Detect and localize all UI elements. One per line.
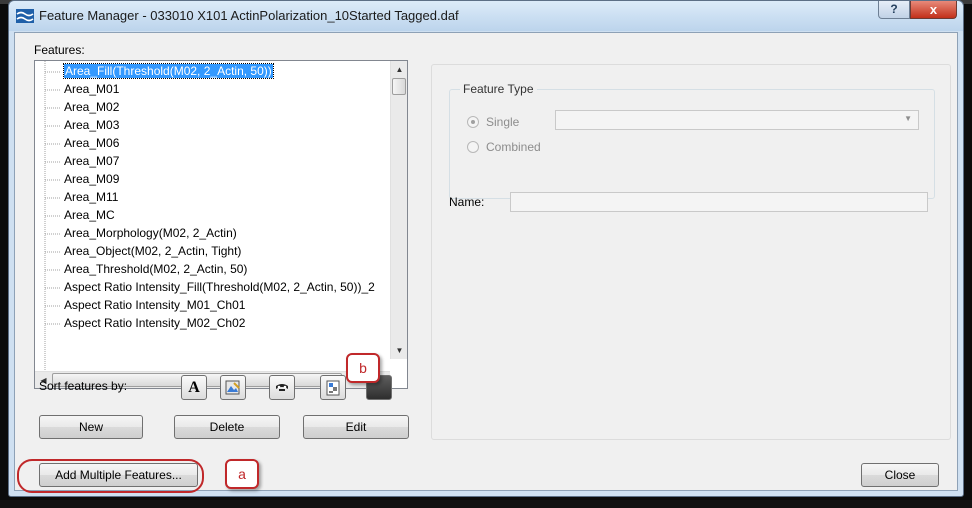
- features-label: Features:: [34, 43, 85, 57]
- mask-icon: [276, 384, 288, 391]
- sort-by-category-button[interactable]: [320, 375, 346, 400]
- sort-by-mask-button[interactable]: [269, 375, 295, 400]
- category-grid-icon: [326, 380, 340, 396]
- feature-item-label: Aspect Ratio Intensity_Fill(Threshold(M0…: [64, 280, 375, 294]
- sort-by-image-button[interactable]: [220, 375, 246, 400]
- combined-radio[interactable]: [467, 141, 479, 153]
- background-strip-bottom: [0, 500, 972, 508]
- single-radio[interactable]: [467, 116, 479, 128]
- feature-list-item[interactable]: Area_M02: [64, 99, 119, 116]
- single-radio-label: Single: [486, 115, 520, 129]
- edit-button[interactable]: Edit: [303, 415, 409, 439]
- feature-list-item[interactable]: Area_M06: [64, 135, 119, 152]
- feature-item-label: Area_Object(M02, 2_Actin, Tight): [64, 244, 242, 258]
- title-bar[interactable]: Feature Manager - 033010 X101 ActinPolar…: [9, 1, 963, 31]
- feature-item-label: Area_M09: [64, 172, 120, 186]
- sort-features-label: Sort features by:: [39, 379, 128, 393]
- feature-item-label: Area_Fill(Threshold(M02, 2_Actin, 50)): [63, 63, 274, 79]
- name-label: Name:: [449, 195, 485, 209]
- feature-list-item[interactable]: Aspect Ratio Intensity_M02_Ch02: [64, 315, 245, 332]
- help-button[interactable]: ?: [878, 1, 910, 19]
- combined-radio-label: Combined: [486, 140, 541, 154]
- feature-list-item[interactable]: Area_M07: [64, 153, 119, 170]
- feature-list-item[interactable]: Area_M09: [64, 171, 119, 188]
- scroll-down-arrow-icon[interactable]: ▼: [391, 342, 407, 359]
- feature-item-label: Area_M01: [64, 82, 120, 96]
- feature-item-label: Area_M02: [64, 100, 120, 114]
- window-close-button[interactable]: x: [910, 1, 957, 19]
- window-title: Feature Manager - 033010 X101 ActinPolar…: [39, 8, 459, 23]
- feature-list-item[interactable]: Area_Fill(Threshold(M02, 2_Actin, 50)): [63, 63, 274, 80]
- feature-list-item[interactable]: Aspect Ratio Intensity_M01_Ch01: [64, 297, 245, 314]
- app-icon: [16, 9, 34, 23]
- feature-list-item[interactable]: Area_M11: [64, 189, 118, 206]
- feature-item-label: Area_M11: [64, 190, 119, 204]
- callout-a-highlight: [17, 459, 204, 493]
- feature-item-label: Area_Threshold(M02, 2_Actin, 50): [64, 262, 248, 276]
- dialog-client-area: Features: Area_Fill(Threshold(M02, 2_Act…: [14, 32, 958, 491]
- alphabetical-icon: A: [188, 379, 200, 396]
- new-button[interactable]: New: [39, 415, 143, 439]
- features-tree-list[interactable]: Area_Fill(Threshold(M02, 2_Actin, 50)) Ar…: [34, 60, 408, 389]
- feature-item-label: Aspect Ratio Intensity_M01_Ch01: [64, 298, 246, 312]
- feature-list-item[interactable]: Aspect Ratio Intensity_Fill(Threshold(M0…: [64, 279, 375, 296]
- callout-b-label: b: [346, 353, 380, 383]
- feature-item-label: Area_M07: [64, 154, 120, 168]
- close-button[interactable]: Close: [861, 463, 939, 487]
- name-field[interactable]: [510, 192, 928, 212]
- feature-item-label: Area_M06: [64, 136, 120, 150]
- delete-button[interactable]: Delete: [174, 415, 280, 439]
- feature-item-label: Area_Morphology(M02, 2_Actin): [64, 226, 237, 240]
- feature-item-label: Aspect Ratio Intensity_M02_Ch02: [64, 316, 246, 330]
- feature-item-label: Area_M03: [64, 118, 120, 132]
- feature-list-item[interactable]: Area_M03: [64, 117, 119, 134]
- image-edit-icon: [225, 380, 240, 395]
- feature-type-title: Feature Type: [460, 82, 537, 96]
- features-vertical-scrollbar[interactable]: ▲ ▼: [390, 61, 407, 359]
- vertical-scroll-thumb[interactable]: [392, 78, 406, 95]
- scroll-up-arrow-icon[interactable]: ▲: [391, 61, 407, 78]
- feature-manager-window: Feature Manager - 033010 X101 ActinPolar…: [8, 0, 964, 497]
- feature-list-item[interactable]: Area_M01: [64, 81, 119, 98]
- feature-list-item[interactable]: Area_MC: [64, 207, 115, 224]
- chevron-down-icon: ▼: [904, 114, 912, 123]
- feature-list-item[interactable]: Area_Morphology(M02, 2_Actin): [64, 225, 237, 242]
- tree-connector-lines: [44, 61, 61, 371]
- feature-list-item[interactable]: Area_Object(M02, 2_Actin, Tight): [64, 243, 241, 260]
- sort-alphabetical-button[interactable]: A: [181, 375, 207, 400]
- feature-item-label: Area_MC: [64, 208, 115, 222]
- feature-select-dropdown[interactable]: ▼: [555, 110, 919, 130]
- callout-a-label: a: [225, 459, 259, 489]
- feature-list-item[interactable]: Area_Threshold(M02, 2_Actin, 50): [64, 261, 247, 278]
